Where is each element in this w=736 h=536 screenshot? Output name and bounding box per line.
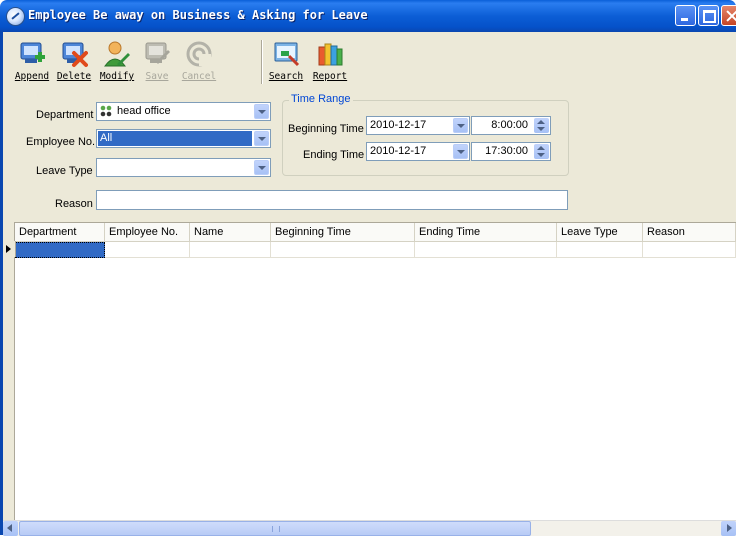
leave-table[interactable]: Department Employee No. Name Beginning T… bbox=[15, 222, 736, 521]
ending-date-value: 2010-12-17 bbox=[370, 145, 427, 157]
employee-no-label: Employee No. bbox=[26, 136, 96, 148]
toolbar: Append Delete Modify Save Cancel Search … bbox=[11, 34, 351, 90]
spinner-arrows-icon[interactable] bbox=[534, 118, 549, 133]
ending-time-spinner[interactable]: 17:30:00 bbox=[471, 142, 551, 161]
beginning-date-value: 2010-12-17 bbox=[370, 119, 427, 131]
employee-no-selection bbox=[98, 131, 252, 146]
department-value: head office bbox=[117, 105, 171, 117]
table-cell[interactable] bbox=[643, 242, 736, 258]
chevron-down-icon[interactable] bbox=[254, 104, 269, 119]
window-title: Employee Be away on Business & Asking fo… bbox=[28, 8, 368, 22]
save-button[interactable]: Save bbox=[137, 36, 177, 88]
table-cell[interactable] bbox=[190, 242, 271, 258]
column-header-ending-time[interactable]: Ending Time bbox=[415, 223, 557, 241]
search-icon bbox=[272, 40, 300, 68]
search-label: Search bbox=[268, 71, 304, 82]
leave-type-label: Leave Type bbox=[36, 165, 93, 177]
row-header-column bbox=[3, 222, 15, 520]
leave-type-combo[interactable] bbox=[96, 158, 271, 177]
append-button[interactable]: Append bbox=[11, 36, 53, 88]
table-cell[interactable] bbox=[415, 242, 557, 258]
report-label: Report bbox=[312, 71, 348, 82]
title-bar[interactable]: Employee Be away on Business & Asking fo… bbox=[0, 0, 736, 32]
minimize-button[interactable] bbox=[675, 5, 696, 26]
chevron-down-icon[interactable] bbox=[453, 118, 468, 133]
ending-time-label: Ending Time bbox=[303, 149, 365, 161]
column-header-employee-no[interactable]: Employee No. bbox=[105, 223, 190, 241]
column-header-leave-type[interactable]: Leave Type bbox=[557, 223, 643, 241]
spinner-arrows-icon[interactable] bbox=[534, 144, 549, 159]
delete-label: Delete bbox=[56, 71, 92, 82]
modify-icon bbox=[103, 40, 131, 68]
table-cell[interactable] bbox=[105, 242, 190, 258]
chevron-down-icon[interactable] bbox=[254, 131, 269, 146]
report-button[interactable]: Report bbox=[309, 36, 351, 88]
table-cell[interactable] bbox=[271, 242, 415, 258]
current-row-indicator bbox=[3, 241, 16, 257]
append-icon bbox=[18, 40, 46, 68]
beginning-time-label: Beginning Time bbox=[288, 123, 364, 135]
append-label: Append bbox=[14, 71, 50, 82]
column-header-name[interactable]: Name bbox=[190, 223, 271, 241]
employee-no-combo[interactable]: All bbox=[96, 129, 271, 148]
ending-time-value: 17:30:00 bbox=[485, 145, 528, 157]
scroll-right-icon[interactable] bbox=[721, 521, 736, 536]
delete-button[interactable]: Delete bbox=[53, 36, 95, 88]
modify-button[interactable]: Modify bbox=[97, 36, 137, 88]
cancel-label: Cancel bbox=[181, 71, 217, 82]
save-icon bbox=[143, 40, 171, 68]
department-label: Department bbox=[36, 109, 94, 121]
department-combo[interactable]: head office bbox=[96, 102, 271, 121]
table-header: Department Employee No. Name Beginning T… bbox=[15, 223, 736, 242]
chevron-down-icon[interactable] bbox=[254, 160, 269, 175]
reason-input[interactable] bbox=[96, 190, 568, 210]
reason-label: Reason bbox=[55, 198, 93, 210]
column-header-reason[interactable]: Reason bbox=[643, 223, 736, 241]
column-header-beginning-time[interactable]: Beginning Time bbox=[271, 223, 415, 241]
beginning-time-spinner[interactable]: 8:00:00 bbox=[471, 116, 551, 135]
toolbar-separator bbox=[261, 40, 263, 84]
report-icon bbox=[316, 40, 344, 68]
time-range-group: Time Range Beginning Time 2010-12-17 8:0… bbox=[282, 93, 569, 176]
beginning-time-value: 8:00:00 bbox=[491, 119, 528, 131]
row-pointer-icon bbox=[3, 241, 16, 257]
modify-label: Modify bbox=[99, 71, 135, 82]
beginning-date-picker[interactable]: 2010-12-17 bbox=[366, 116, 470, 135]
table-cell[interactable] bbox=[557, 242, 643, 258]
column-header-department[interactable]: Department bbox=[15, 223, 105, 241]
app-icon bbox=[6, 7, 25, 26]
scroll-left-icon[interactable] bbox=[3, 521, 18, 536]
ending-date-picker[interactable]: 2010-12-17 bbox=[366, 142, 470, 161]
department-tree-icon bbox=[100, 105, 112, 117]
delete-icon bbox=[60, 40, 88, 68]
save-label: Save bbox=[145, 71, 169, 82]
close-button[interactable] bbox=[721, 5, 736, 26]
cancel-icon bbox=[185, 40, 213, 68]
table-cell-active[interactable] bbox=[15, 242, 105, 258]
cancel-button[interactable]: Cancel bbox=[177, 36, 221, 88]
filter-form: Department head office Employee No. All … bbox=[3, 92, 736, 216]
employee-no-value: All bbox=[100, 132, 113, 144]
horizontal-scrollbar[interactable] bbox=[3, 520, 736, 536]
search-button[interactable]: Search bbox=[265, 36, 307, 88]
scrollbar-thumb[interactable] bbox=[19, 521, 531, 536]
main-window: Append Delete Modify Save Cancel Search … bbox=[0, 32, 736, 536]
maximize-button[interactable] bbox=[698, 5, 719, 26]
chevron-down-icon[interactable] bbox=[453, 144, 468, 159]
time-range-title: Time Range bbox=[289, 93, 353, 105]
